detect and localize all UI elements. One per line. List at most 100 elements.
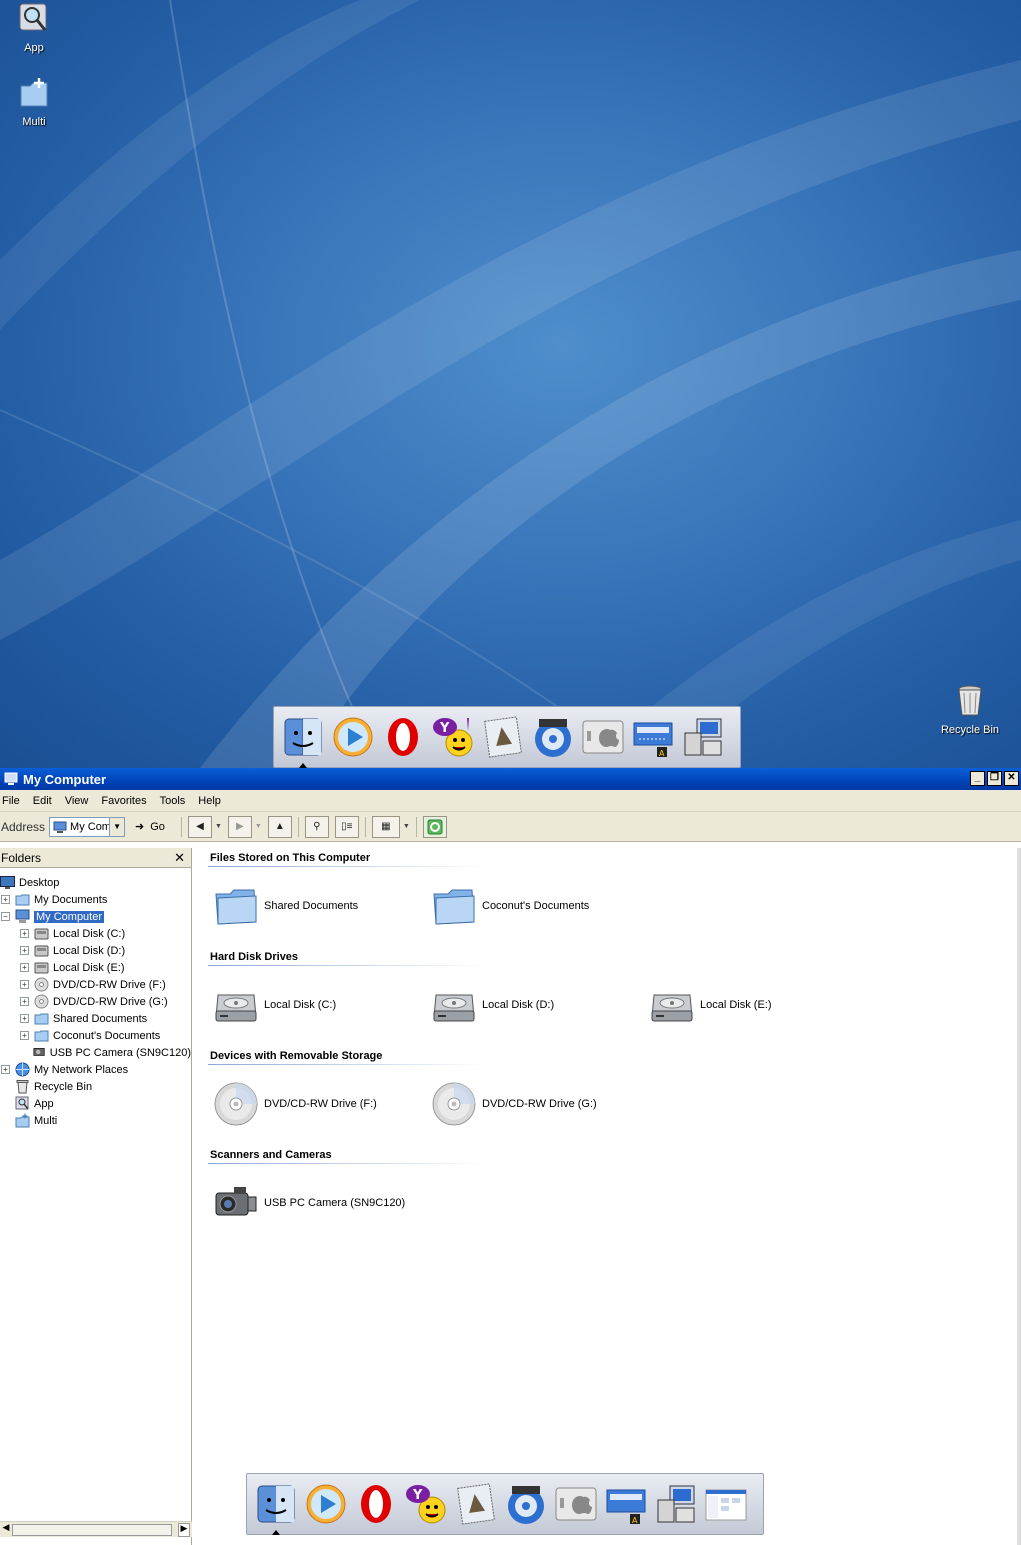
dock-item-my-computer[interactable] — [680, 714, 726, 760]
search-button[interactable]: ⚲ — [304, 815, 329, 838]
up-button[interactable]: ▲ — [267, 815, 292, 838]
folders-button[interactable]: ▯≡ — [334, 815, 359, 838]
expand-icon[interactable]: + — [1, 1065, 10, 1074]
minimize-button[interactable]: _ — [970, 771, 985, 786]
tree-node[interactable]: − My Computer — [0, 908, 191, 925]
dock-item-finder[interactable] — [253, 1481, 299, 1535]
scroll-right-icon[interactable]: ▶ — [178, 1523, 190, 1537]
dock-item-my-computer[interactable] — [653, 1481, 699, 1527]
item-usb-camera[interactable]: USB PC Camera (SN9C120) — [212, 1179, 405, 1227]
expand-icon[interactable]: + — [20, 929, 29, 938]
horizontal-scrollbar[interactable]: ◀ ▶ — [0, 1521, 192, 1537]
desktop-icon-multi[interactable]: Multi — [0, 76, 68, 128]
folder-icon — [15, 892, 30, 907]
dock-item-opera[interactable] — [380, 714, 426, 760]
desktop-icon-app[interactable]: App — [0, 2, 68, 54]
dock-item-mail[interactable] — [480, 714, 526, 760]
expand-icon[interactable]: + — [20, 1014, 29, 1023]
dock-item-dvd-player[interactable] — [530, 714, 576, 760]
address-combobox[interactable]: My Com ▼ — [49, 816, 126, 837]
tree-node-label: DVD/CD-RW Drive (F:) — [53, 978, 166, 991]
scroll-left-icon[interactable]: ◀ — [0, 1523, 12, 1537]
menu-favorites[interactable]: Favorites — [101, 795, 153, 807]
go-button[interactable]: ➜ Go — [135, 820, 165, 834]
menu-file[interactable]: File — [2, 795, 27, 807]
dock-item-yahoo-messenger[interactable]: Y — [403, 1481, 449, 1527]
tree-node[interactable]: + Shared Documents — [0, 1010, 191, 1027]
vertical-scrollbar-edge[interactable] — [1017, 848, 1021, 1545]
hard-disk-icon — [212, 981, 260, 1029]
folder-tree: Desktop + My Documents − My Computer + Local D… — [0, 868, 191, 1129]
close-icon[interactable]: ✕ — [174, 850, 185, 866]
dock-item-window-thumbnail[interactable] — [703, 1481, 749, 1527]
svg-text:A: A — [632, 1516, 638, 1525]
chevron-down-icon[interactable]: ▼ — [109, 817, 125, 836]
tree-node[interactable]: + Local Disk (C:) — [0, 925, 191, 942]
expand-icon[interactable]: + — [20, 963, 29, 972]
toolbar-separator — [364, 816, 366, 837]
menu-edit[interactable]: Edit — [33, 795, 59, 807]
desktop-icon-recycle-bin[interactable]: Recycle Bin — [935, 684, 1005, 736]
views-button[interactable]: ▦ — [371, 815, 400, 838]
dvd-player-icon — [508, 1486, 544, 1524]
dock-item-apple-system[interactable] — [580, 714, 626, 760]
expand-icon[interactable]: + — [20, 1031, 29, 1040]
dock-item-media-player[interactable] — [330, 714, 376, 760]
menu-view[interactable]: View — [65, 795, 96, 807]
views-dropdown-icon[interactable]: ▼ — [403, 823, 410, 830]
back-dropdown-icon[interactable]: ▼ — [215, 823, 222, 830]
item-local-disk-d[interactable]: Local Disk (D:) — [430, 981, 554, 1029]
cd-icon — [34, 977, 49, 992]
menu-tools[interactable]: Tools — [160, 795, 193, 807]
dock-item-media-player[interactable] — [303, 1481, 349, 1527]
back-button[interactable]: ◀ — [187, 815, 212, 838]
item-dvd-drive-f[interactable]: DVD/CD-RW Drive (F:) — [212, 1080, 377, 1128]
item-shared-documents[interactable]: Shared Documents — [212, 882, 358, 930]
scroll-thumb[interactable] — [12, 1524, 172, 1536]
network-icon — [15, 1062, 30, 1077]
mail-stamp-icon — [457, 1483, 495, 1525]
item-local-disk-c[interactable]: Local Disk (C:) — [212, 981, 336, 1029]
collapse-icon[interactable]: − — [1, 912, 10, 921]
tree-node[interactable]: App — [0, 1095, 191, 1112]
dock-item-network-adapter[interactable]: A — [630, 714, 676, 760]
item-local-disk-e[interactable]: Local Disk (E:) — [648, 981, 772, 1029]
folder-plus-icon — [15, 1113, 30, 1128]
expand-icon[interactable]: + — [20, 980, 29, 989]
expand-icon[interactable]: + — [20, 997, 29, 1006]
close-button[interactable]: ✕ — [1004, 771, 1019, 786]
item-coconuts-documents[interactable]: Coconut's Documents — [430, 882, 589, 930]
tree-node[interactable]: + Local Disk (D:) — [0, 942, 191, 959]
tree-node[interactable]: + DVD/CD-RW Drive (F:) — [0, 976, 191, 993]
dock-item-finder[interactable] — [280, 714, 326, 768]
dock-item-apple-system[interactable] — [553, 1481, 599, 1527]
restore-button[interactable]: ❐ — [987, 771, 1002, 786]
title-bar[interactable]: My Computer _ ❐ ✕ — [0, 768, 1021, 790]
tree-node[interactable]: + My Documents — [0, 891, 191, 908]
tree-node[interactable]: + Local Disk (E:) — [0, 959, 191, 976]
dock-item-mail[interactable] — [453, 1481, 499, 1527]
tree-node[interactable]: Multi — [0, 1112, 191, 1129]
expand-icon[interactable]: + — [1, 895, 10, 904]
disk-icon — [34, 926, 49, 941]
dock-item-dvd-player[interactable] — [503, 1481, 549, 1527]
tree-node[interactable]: USB PC Camera (SN9C120) — [0, 1044, 191, 1061]
group-title: Hard Disk Drives — [210, 951, 299, 963]
tree-node[interactable]: Desktop — [0, 874, 191, 891]
dock-item-opera[interactable] — [353, 1481, 399, 1527]
forward-button[interactable]: ▶ — [227, 815, 252, 838]
sync-button[interactable] — [422, 815, 447, 838]
dock-item-network-adapter[interactable]: A — [603, 1481, 649, 1527]
dock-item-yahoo-messenger[interactable]: Y — [430, 714, 476, 760]
tree-node[interactable]: + DVD/CD-RW Drive (G:) — [0, 993, 191, 1010]
item-dvd-drive-g[interactable]: DVD/CD-RW Drive (G:) — [430, 1080, 597, 1128]
forward-dropdown-icon[interactable]: ▼ — [255, 823, 262, 830]
tree-node[interactable]: Recycle Bin — [0, 1078, 191, 1095]
menu-help[interactable]: Help — [198, 795, 228, 807]
tree-node[interactable]: + My Network Places — [0, 1061, 191, 1078]
toolbar-separator — [415, 816, 417, 837]
folder-plus-icon — [20, 78, 48, 107]
expand-icon[interactable]: + — [20, 946, 29, 955]
tree-node[interactable]: + Coconut's Documents — [0, 1027, 191, 1044]
